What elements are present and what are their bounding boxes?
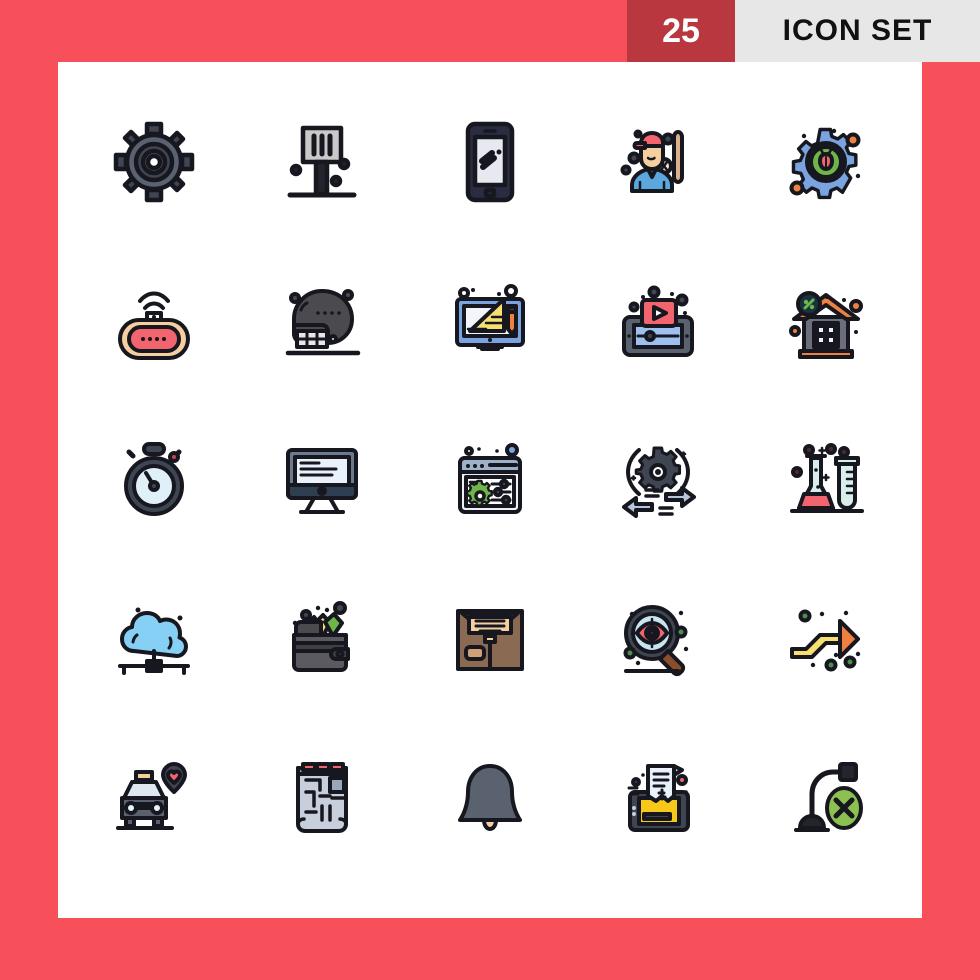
icon-grid <box>58 62 922 918</box>
icon-cell-19[interactable] <box>574 560 742 719</box>
poster-title: ICON SET <box>735 0 980 62</box>
taxi-favorite-icon <box>116 762 187 831</box>
icon-cell-3[interactable] <box>406 82 574 241</box>
poster-header: 25 ICON SET <box>0 0 980 62</box>
icon-cell-18[interactable] <box>406 560 574 719</box>
growth-arrow-icon <box>790 609 861 672</box>
icon-cell-14[interactable] <box>574 400 742 559</box>
icon-cell-1[interactable] <box>70 82 238 241</box>
icon-cell-10[interactable] <box>742 241 910 400</box>
baseball-player-icon <box>620 129 684 193</box>
icon-cell-12[interactable] <box>238 400 406 559</box>
icon-cell-20[interactable] <box>742 560 910 719</box>
floor-plan-icon <box>296 762 348 834</box>
house-discount-icon <box>789 290 863 359</box>
wifi-router-icon <box>118 291 190 360</box>
icon-cell-2[interactable] <box>238 82 406 241</box>
icon-cell-13[interactable] <box>406 400 574 559</box>
video-tablet-icon <box>622 285 694 357</box>
gear-icon <box>113 121 195 202</box>
icon-cell-6[interactable] <box>70 241 238 400</box>
icon-cell-9[interactable] <box>574 241 742 400</box>
stopwatch-icon <box>124 441 184 516</box>
notification-bell-icon <box>458 764 522 832</box>
icon-set-poster: 25 ICON SET <box>0 0 980 980</box>
icon-count-badge: 25 <box>627 0 735 62</box>
smartphone-icon <box>465 121 515 202</box>
icon-cell-4[interactable] <box>574 82 742 241</box>
icon-cell-23[interactable] <box>406 719 574 878</box>
icon-cell-5[interactable] <box>742 82 910 241</box>
design-monitor-icon <box>455 283 525 351</box>
package-box-icon <box>456 609 524 672</box>
icon-cell-16[interactable] <box>70 560 238 719</box>
transfer-gear-icon <box>622 446 696 518</box>
icon-cell-15[interactable] <box>742 400 910 559</box>
invoice-tablet-icon <box>627 764 690 833</box>
cloud-network-icon <box>118 607 190 676</box>
wallet-icon <box>292 601 350 673</box>
icon-cell-21[interactable] <box>70 719 238 878</box>
desktop-monitor-icon <box>286 447 358 514</box>
bug-gear-icon <box>789 127 861 199</box>
icon-cell-22[interactable] <box>238 719 406 878</box>
icon-cell-7[interactable] <box>238 241 406 400</box>
icon-cell-8[interactable] <box>406 241 574 400</box>
football-helmet-icon <box>285 288 361 356</box>
icon-canvas <box>58 62 922 918</box>
icon-cell-11[interactable] <box>70 400 238 559</box>
icon-cell-17[interactable] <box>238 560 406 719</box>
lamp-disabled-icon <box>794 762 863 833</box>
browser-settings-icon <box>458 442 522 514</box>
eye-search-icon <box>623 605 689 677</box>
icon-cell-25[interactable] <box>742 719 910 878</box>
lab-flask-icon <box>790 442 864 513</box>
spatula-icon <box>287 125 357 198</box>
icon-cell-24[interactable] <box>574 719 742 878</box>
